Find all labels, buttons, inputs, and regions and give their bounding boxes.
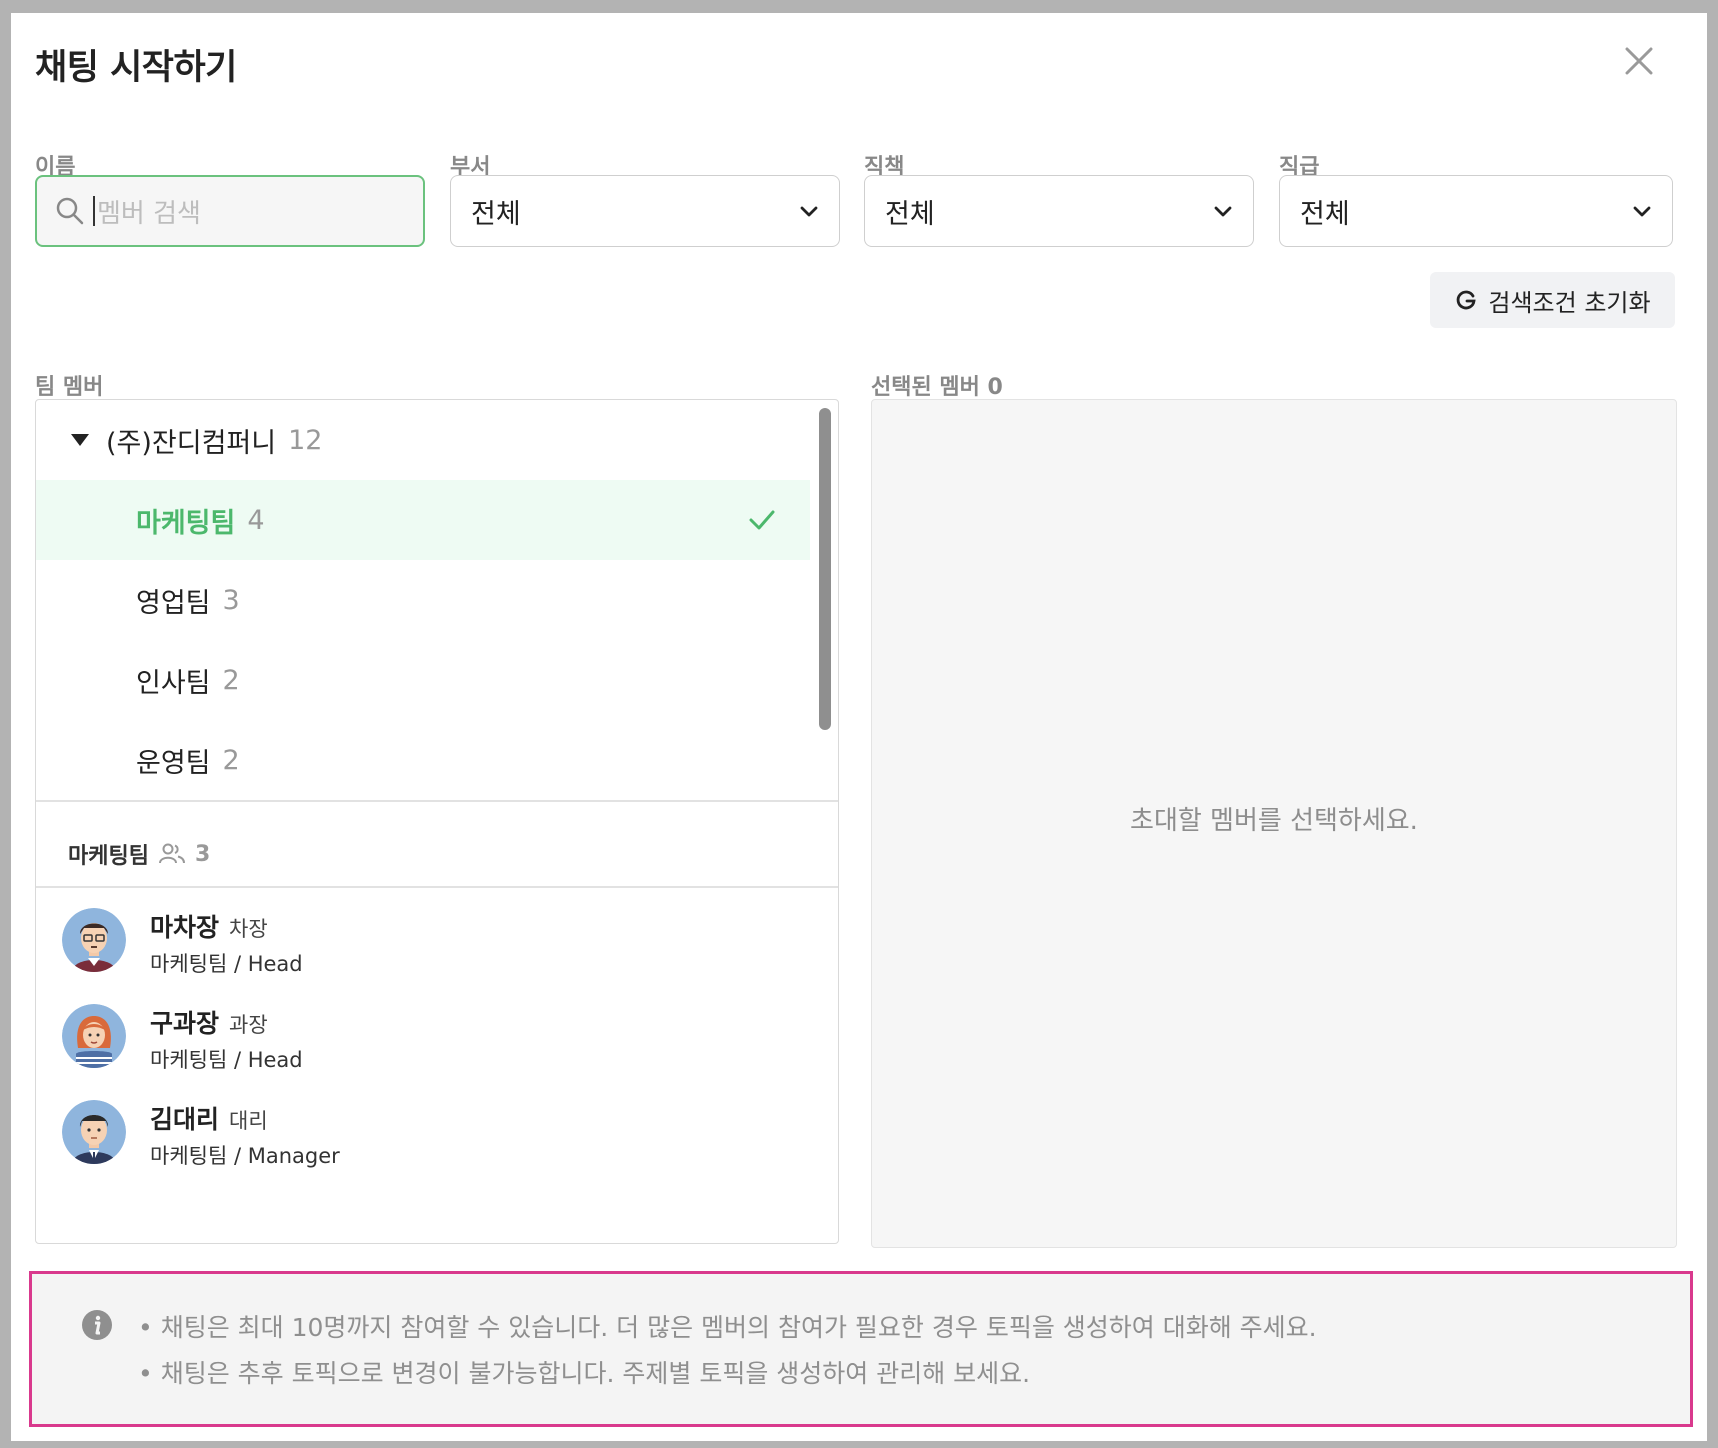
notice-line: • 채팅은 최대 10명까지 참여할 수 있습니다. 더 많은 멤버의 참여가 … [138, 1313, 1317, 1342]
rank-select-value: 전체 [1300, 198, 1350, 230]
divider [36, 800, 838, 802]
group-name: 마케팅팀 [68, 844, 149, 869]
member-dept: 마케팅팀 / Head [150, 1048, 303, 1072]
text-caret [93, 196, 95, 226]
member-name-text: 마차장 [150, 913, 220, 942]
avatar [62, 1100, 126, 1164]
team-members-label: 팀 멤버 [35, 375, 104, 400]
reset-filters-button[interactable]: 검색조건 초기화 [1430, 272, 1675, 328]
reset-filters-label: 검색조건 초기화 [1488, 288, 1651, 317]
refresh-icon [1457, 290, 1476, 310]
member-name-text: 구과장 [150, 1009, 220, 1038]
chevron-down-icon [800, 206, 818, 217]
org-root-name: (주)잔디컴퍼니 [106, 427, 277, 459]
member-row[interactable]: 마차장 차장 마케팅팀 / Head [62, 900, 802, 980]
search-icon [56, 197, 84, 225]
tree-scrollbar[interactable] [819, 408, 831, 730]
team-item-count: 2 [222, 744, 240, 776]
member-title: 차장 [229, 917, 268, 941]
rank-select[interactable]: 전체 [1279, 175, 1673, 247]
team-item-count: 3 [222, 584, 240, 616]
team-item-label: 영업팀 [136, 587, 211, 619]
close-icon[interactable] [1621, 43, 1657, 79]
team-item-label: 마케팅팀 [136, 507, 236, 539]
member-name: 마차장 차장 [150, 908, 268, 944]
check-icon [749, 510, 775, 530]
member-search-input[interactable]: 멤버 검색 [35, 175, 425, 247]
member-row[interactable]: 김대리 대리 마케팅팀 / Manager [62, 1092, 802, 1172]
avatar [62, 908, 126, 972]
org-root[interactable]: (주)잔디컴퍼니 12 [36, 400, 810, 480]
team-item-sales[interactable]: 영업팀 3 [36, 560, 810, 640]
divider [36, 886, 838, 888]
dialog-title: 채팅 시작하기 [35, 48, 237, 88]
notice-line: • 채팅은 추후 토픽으로 변경이 불가능합니다. 주제별 토픽을 생성하여 관… [138, 1359, 1031, 1388]
member-dept: 마케팅팀 / Manager [150, 1144, 340, 1168]
role-select-value: 전체 [885, 198, 935, 230]
team-item-marketing[interactable]: 마케팅팀 4 [36, 480, 810, 560]
team-item-hr[interactable]: 인사팀 2 [36, 640, 810, 720]
team-item-label: 인사팀 [136, 667, 211, 699]
selected-members-label: 선택된 멤버 0 [871, 375, 1003, 400]
start-chat-dialog: 채팅 시작하기 이름 부서 직책 직급 멤버 검색 전체 전체 전체 검색조건 … [11, 13, 1707, 1441]
users-icon [158, 843, 185, 864]
member-name: 구과장 과장 [150, 1004, 268, 1040]
org-root-count: 12 [288, 424, 323, 456]
team-item-label: 운영팀 [136, 747, 211, 779]
member-row[interactable]: 구과장 과장 마케팅팀 / Head [62, 996, 802, 1076]
team-item-operations[interactable]: 운영팀 2 [36, 720, 810, 800]
role-select[interactable]: 전체 [864, 175, 1254, 247]
member-dept: 마케팅팀 / Head [150, 952, 303, 976]
search-placeholder: 멤버 검색 [97, 198, 201, 229]
member-title: 과장 [229, 1013, 268, 1037]
chevron-down-icon [1214, 206, 1232, 217]
empty-state-text: 초대할 멤버를 선택하세요. [1130, 806, 1418, 836]
notice-box: • 채팅은 최대 10명까지 참여할 수 있습니다. 더 많은 멤버의 참여가 … [29, 1271, 1693, 1427]
avatar [62, 1004, 126, 1068]
team-member-panel: (주)잔디컴퍼니 12 마케팅팀 4 영업팀 3 인사팀 2 운영팀 2 마케팅… [35, 399, 839, 1244]
team-item-count: 4 [247, 504, 265, 536]
caret-down-icon[interactable] [70, 433, 90, 447]
team-item-count: 2 [222, 664, 240, 696]
member-name-text: 김대리 [150, 1105, 220, 1134]
group-header: 마케팅팀 3 [68, 838, 210, 870]
selected-members-panel: 초대할 멤버를 선택하세요. [871, 399, 1677, 1248]
dept-select[interactable]: 전체 [450, 175, 840, 247]
info-icon [82, 1310, 112, 1340]
member-title: 대리 [229, 1109, 268, 1133]
member-name: 김대리 대리 [150, 1100, 268, 1136]
dept-select-value: 전체 [471, 198, 521, 230]
chevron-down-icon [1633, 206, 1651, 217]
group-count: 3 [194, 841, 211, 867]
